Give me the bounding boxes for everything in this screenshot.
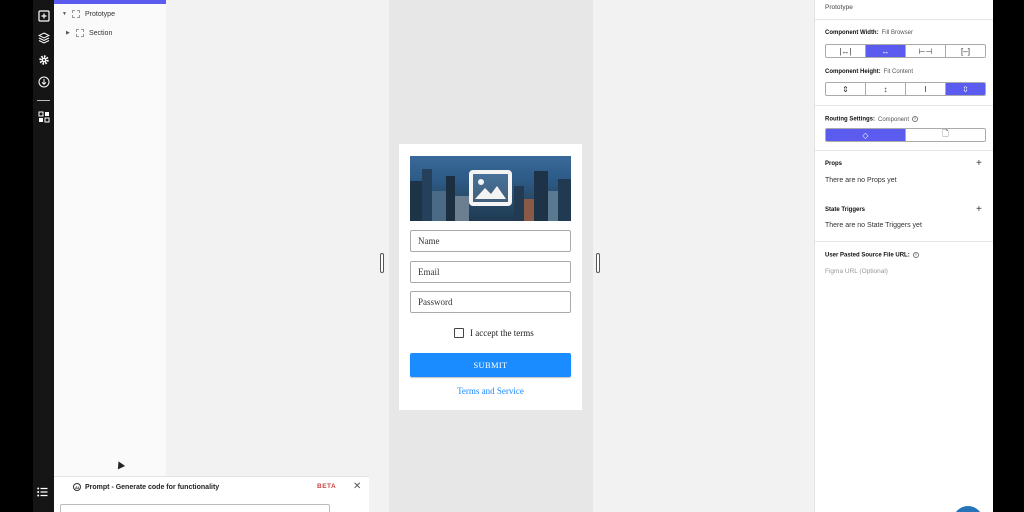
width-relative-button[interactable]: [–]: [946, 45, 985, 57]
email-input[interactable]: Email: [410, 261, 571, 283]
routing-value: Component: [878, 116, 910, 123]
routing-label: Routing Settings:: [825, 116, 875, 123]
figma-url-input[interactable]: Figma URL (Optional): [825, 268, 888, 275]
caret-right-icon[interactable]: ▶: [66, 30, 71, 36]
password-input[interactable]: Password: [410, 291, 571, 313]
properties-panel: Prototype Component Width: Fill Browser |…: [814, 0, 994, 512]
layer-tree-panel: [54, 0, 166, 476]
rail-divider: [37, 100, 50, 101]
ai-icon: AI: [73, 483, 81, 491]
routing-heading: Routing Settings: Component?: [825, 116, 919, 123]
tree-item-label: Prototype: [85, 10, 115, 18]
download-icon[interactable]: [37, 75, 50, 88]
height-fit-button[interactable]: ⇳: [946, 83, 985, 95]
tree-selection-bar: [54, 0, 166, 4]
add-icon[interactable]: [37, 9, 50, 22]
width-hug-button[interactable]: ⊢⊣: [906, 45, 946, 57]
left-screen-edge: [0, 0, 33, 512]
height-label: Component Height:: [825, 69, 881, 75]
beta-badge: BETA: [317, 483, 337, 490]
panel-header: Prototype: [825, 4, 853, 11]
height-hug-button[interactable]: I: [906, 83, 946, 95]
hero-image: [410, 156, 571, 221]
height-heading: Component Height: Fit Content: [825, 69, 913, 75]
tree-item-label: Section: [89, 29, 113, 37]
width-heading: Component Width: Fill Browser: [825, 30, 913, 36]
height-value: Fit Content: [883, 69, 914, 75]
triggers-empty-text: There are no State Triggers yet: [825, 222, 922, 229]
terms-row: I accept the terms: [454, 328, 534, 338]
width-fill-button[interactable]: ↔: [866, 45, 906, 57]
width-selector: |↔| ↔ ⊢⊣ [–]: [825, 44, 986, 58]
tool-rail: [33, 0, 54, 512]
routing-selector: ◇ 🗋: [825, 128, 986, 142]
close-icon[interactable]: ✕: [353, 481, 361, 492]
width-label: Component Width:: [825, 30, 879, 36]
components-icon[interactable]: [37, 110, 50, 123]
route-component-button[interactable]: ◇: [826, 129, 906, 141]
route-page-button[interactable]: 🗋: [906, 129, 985, 141]
tree-item-prototype[interactable]: ▼ Prototype: [62, 10, 115, 18]
tree-item-section[interactable]: ▶ Section: [66, 29, 112, 37]
height-fixed-button[interactable]: ⇕: [826, 83, 866, 95]
source-heading: User Pasted Source File URL:?: [825, 252, 919, 259]
height-selector: ⇕ ↕ I ⇳: [825, 82, 986, 96]
terms-checkbox[interactable]: [454, 328, 464, 338]
add-trigger-icon[interactable]: +: [976, 205, 982, 215]
image-placeholder-icon: [469, 170, 512, 206]
prompt-panel: AI Prompt - Generate code for functional…: [54, 476, 369, 512]
app-window: ▼ Prototype ▶ Section Name Email Passwor…: [0, 0, 1024, 512]
resize-handle-left[interactable]: [380, 253, 384, 273]
name-input[interactable]: Name: [410, 230, 571, 252]
width-value: Fill Browser: [881, 30, 913, 36]
signup-form-card: Name Email Password I accept the terms S…: [399, 144, 582, 410]
gear-icon[interactable]: [37, 53, 50, 66]
terms-link[interactable]: Terms and Service: [399, 386, 582, 396]
frame-icon: [72, 10, 80, 18]
width-fixed-button[interactable]: |↔|: [826, 45, 866, 57]
help-icon[interactable]: ?: [912, 252, 919, 258]
layers-icon[interactable]: [37, 31, 50, 44]
submit-button[interactable]: SUBMIT: [410, 353, 571, 377]
add-prop-icon[interactable]: +: [976, 159, 982, 169]
props-empty-text: There are no Props yet: [825, 177, 897, 184]
caret-down-icon[interactable]: ▼: [62, 11, 67, 17]
prompt-input[interactable]: [60, 504, 330, 512]
resize-handle-right[interactable]: [596, 253, 600, 273]
prompt-title: AI Prompt - Generate code for functional…: [73, 483, 219, 491]
terms-label: I accept the terms: [470, 328, 534, 338]
props-heading: Props: [825, 161, 843, 167]
frame-icon: [76, 29, 84, 37]
source-label: User Pasted Source File URL:: [825, 252, 910, 259]
help-icon[interactable]: ?: [912, 116, 919, 122]
right-screen-edge: [993, 0, 1024, 512]
list-icon[interactable]: [37, 487, 50, 500]
height-fill-button[interactable]: ↕: [866, 83, 906, 95]
prompt-title-text: Prompt - Generate code for functionality: [85, 483, 220, 491]
triggers-heading: State Triggers: [825, 207, 866, 213]
